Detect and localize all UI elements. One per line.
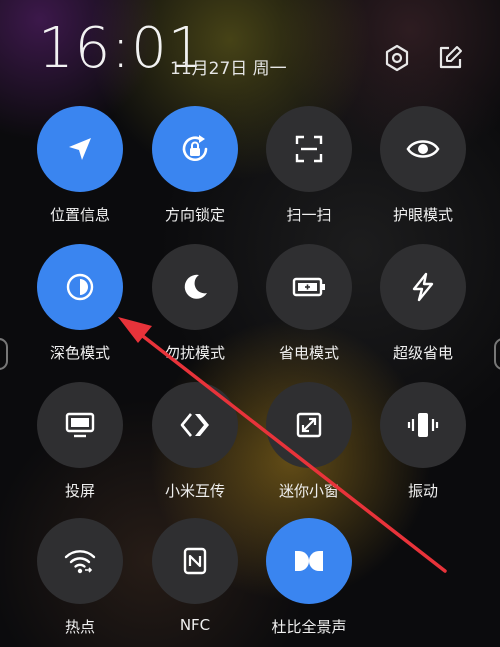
tile-eye-care-button[interactable] bbox=[380, 106, 466, 192]
tile-dnd-label: 勿扰模式 bbox=[164, 344, 225, 362]
moon-icon bbox=[184, 274, 207, 299]
tile-rotation-lock[interactable]: 方向锁定 bbox=[145, 106, 245, 225]
tile-rotation-lock-label: 方向锁定 bbox=[164, 206, 225, 224]
tile-hotspot-button[interactable] bbox=[37, 518, 123, 604]
tile-scan[interactable]: 扫一扫 bbox=[259, 106, 359, 225]
tile-ultra-saving-label: 超级省电 bbox=[392, 344, 453, 362]
tile-dnd-button[interactable] bbox=[152, 244, 238, 330]
tile-mi-share-button[interactable] bbox=[152, 382, 238, 468]
tile-dark-mode-label: 深色模式 bbox=[49, 344, 110, 362]
tile-dolby-button[interactable] bbox=[266, 518, 352, 604]
tile-screen-cast-label: 投屏 bbox=[64, 482, 95, 500]
nfc-icon bbox=[183, 547, 207, 575]
dark-mode-icon bbox=[66, 273, 94, 301]
tile-mi-share[interactable]: 小米互传 bbox=[145, 382, 245, 501]
bolt-icon bbox=[412, 272, 434, 302]
scan-icon bbox=[295, 135, 323, 163]
tile-nfc[interactable]: NFC bbox=[145, 518, 245, 634]
left-edge-indicator bbox=[0, 338, 8, 370]
tile-vibrate[interactable]: 振动 bbox=[373, 382, 473, 501]
edit-icon[interactable] bbox=[436, 44, 464, 72]
tile-scan-label: 扫一扫 bbox=[286, 206, 332, 224]
right-edge-indicator bbox=[494, 338, 500, 370]
tile-nfc-button[interactable] bbox=[152, 518, 238, 604]
dolby-icon bbox=[295, 551, 323, 571]
battery-icon bbox=[292, 277, 325, 297]
hotspot-icon bbox=[64, 550, 96, 574]
tile-hotspot-label: 热点 bbox=[64, 618, 95, 636]
tile-dolby[interactable]: 杜比全景声 bbox=[259, 518, 359, 637]
tile-vibrate-button[interactable] bbox=[380, 382, 466, 468]
tile-mini-window-button[interactable] bbox=[266, 382, 352, 468]
tile-location[interactable]: 位置信息 bbox=[30, 106, 130, 225]
location-icon bbox=[69, 138, 91, 160]
cast-screen-icon bbox=[65, 412, 95, 438]
share-icon bbox=[180, 413, 209, 437]
tile-ultra-saving[interactable]: 超级省电 bbox=[373, 244, 473, 363]
tile-mini-window-label: 迷你小窗 bbox=[278, 482, 339, 500]
tile-mi-share-label: 小米互传 bbox=[164, 482, 225, 500]
tile-eye-care-label: 护眼模式 bbox=[392, 206, 453, 224]
date-text: 11月27日 周一 bbox=[170, 59, 287, 79]
tile-power-saving-button[interactable] bbox=[266, 244, 352, 330]
settings-icon[interactable] bbox=[383, 44, 411, 72]
tile-power-saving-label: 省电模式 bbox=[278, 344, 339, 362]
mini-window-icon bbox=[296, 412, 322, 438]
tile-nfc-label: NFC bbox=[179, 616, 211, 634]
tile-do-not-disturb[interactable]: 勿扰模式 bbox=[145, 244, 245, 363]
tile-location-button[interactable] bbox=[37, 106, 123, 192]
tile-dolby-label: 杜比全景声 bbox=[271, 618, 347, 636]
rotation-lock-icon bbox=[182, 135, 208, 162]
tile-screen-cast[interactable]: 投屏 bbox=[30, 382, 130, 501]
tile-scan-button[interactable] bbox=[266, 106, 352, 192]
vibrate-icon bbox=[407, 413, 439, 437]
tile-rotation-lock-button[interactable] bbox=[152, 106, 238, 192]
tile-dark-mode-button[interactable] bbox=[37, 244, 123, 330]
tile-screen-cast-button[interactable] bbox=[37, 382, 123, 468]
tile-hotspot[interactable]: 热点 bbox=[30, 518, 130, 637]
eye-icon bbox=[406, 140, 440, 158]
tile-dark-mode[interactable]: 深色模式 bbox=[30, 244, 130, 363]
tile-eye-care[interactable]: 护眼模式 bbox=[373, 106, 473, 225]
tile-vibrate-label: 振动 bbox=[407, 482, 438, 500]
tile-mini-window[interactable]: 迷你小窗 bbox=[259, 382, 359, 501]
tile-location-label: 位置信息 bbox=[49, 206, 110, 224]
tile-power-saving[interactable]: 省电模式 bbox=[259, 244, 359, 363]
tile-ultra-saving-button[interactable] bbox=[380, 244, 466, 330]
